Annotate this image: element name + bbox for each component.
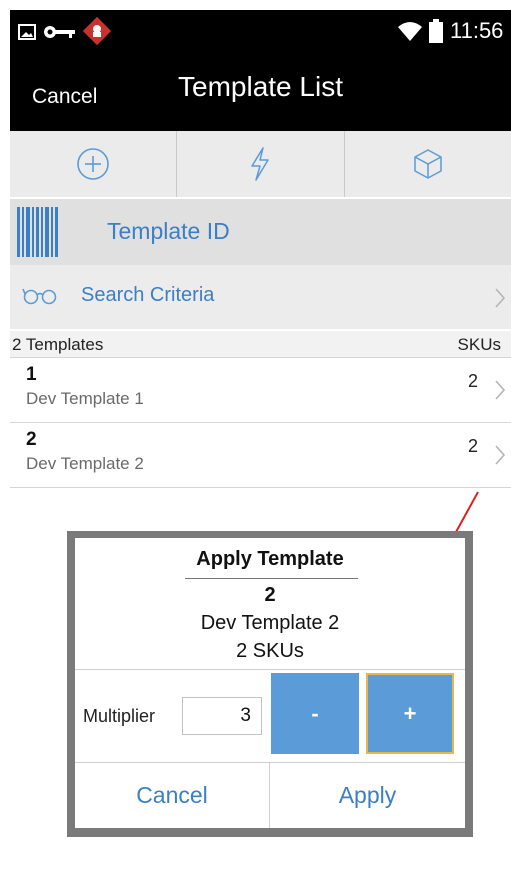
key-icon xyxy=(44,26,75,38)
image-icon xyxy=(18,24,36,40)
list-header: 2 Templates SKUs xyxy=(10,331,511,358)
multiplier-field[interactable]: 3 xyxy=(182,697,262,735)
list-item[interactable]: 1 Dev Template 1 2 xyxy=(10,359,511,423)
add-circle-icon xyxy=(77,148,109,180)
skus-column-header: SKUs xyxy=(457,335,501,354)
apply-template-dialog: Apply Template 2 Dev Template 2 2 SKUs M… xyxy=(75,538,465,828)
barcode-icon xyxy=(17,207,58,257)
cube-icon xyxy=(414,149,442,179)
template-id-scan-field[interactable]: Template ID xyxy=(10,199,511,265)
increment-button[interactable]: + xyxy=(366,673,454,754)
dialog-sku-count: 2 SKUs xyxy=(236,640,304,662)
template-id: 1 xyxy=(26,364,37,385)
dialog-title-underline xyxy=(185,578,358,579)
list-item[interactable]: 2 Dev Template 2 2 xyxy=(10,424,511,488)
glasses-icon xyxy=(22,288,57,305)
multiplier-label: Multiplier xyxy=(83,706,156,726)
quick-action-button[interactable] xyxy=(177,131,345,197)
sku-count: 2 xyxy=(467,436,478,456)
dialog-template-name: Dev Template 2 xyxy=(200,612,340,634)
decrement-button[interactable]: - xyxy=(271,673,359,754)
chevron-right-icon xyxy=(495,380,506,400)
search-criteria-label: Search Criteria xyxy=(81,284,215,306)
package-button[interactable] xyxy=(345,131,511,197)
battery-icon xyxy=(429,19,443,43)
app-notification-icon xyxy=(82,16,112,46)
action-bar xyxy=(10,131,511,197)
template-id-label: Template ID xyxy=(107,218,230,244)
template-count: 2 Templates xyxy=(12,335,104,354)
dialog-cancel-button[interactable]: Cancel xyxy=(75,763,270,828)
chevron-right-icon xyxy=(495,288,506,308)
apply-button[interactable]: Apply xyxy=(270,763,465,828)
template-name: Dev Template 2 xyxy=(26,454,144,473)
nav-bar: Cancel Template List xyxy=(10,53,511,131)
status-time: 11:56 xyxy=(450,18,504,43)
search-criteria-row[interactable]: Search Criteria xyxy=(10,265,511,329)
lightning-icon xyxy=(251,147,270,181)
status-bar: 11:56 xyxy=(10,10,511,53)
divider xyxy=(75,669,465,670)
dialog-template-id: 2 xyxy=(264,584,276,606)
sku-count: 2 xyxy=(467,371,478,391)
dialog-title: Apply Template xyxy=(196,548,344,570)
page-title: Template List xyxy=(178,71,343,102)
template-name: Dev Template 1 xyxy=(26,389,144,408)
add-button[interactable] xyxy=(10,131,178,197)
wifi-icon xyxy=(398,22,422,41)
chevron-right-icon xyxy=(495,445,506,465)
template-id: 2 xyxy=(26,429,37,450)
